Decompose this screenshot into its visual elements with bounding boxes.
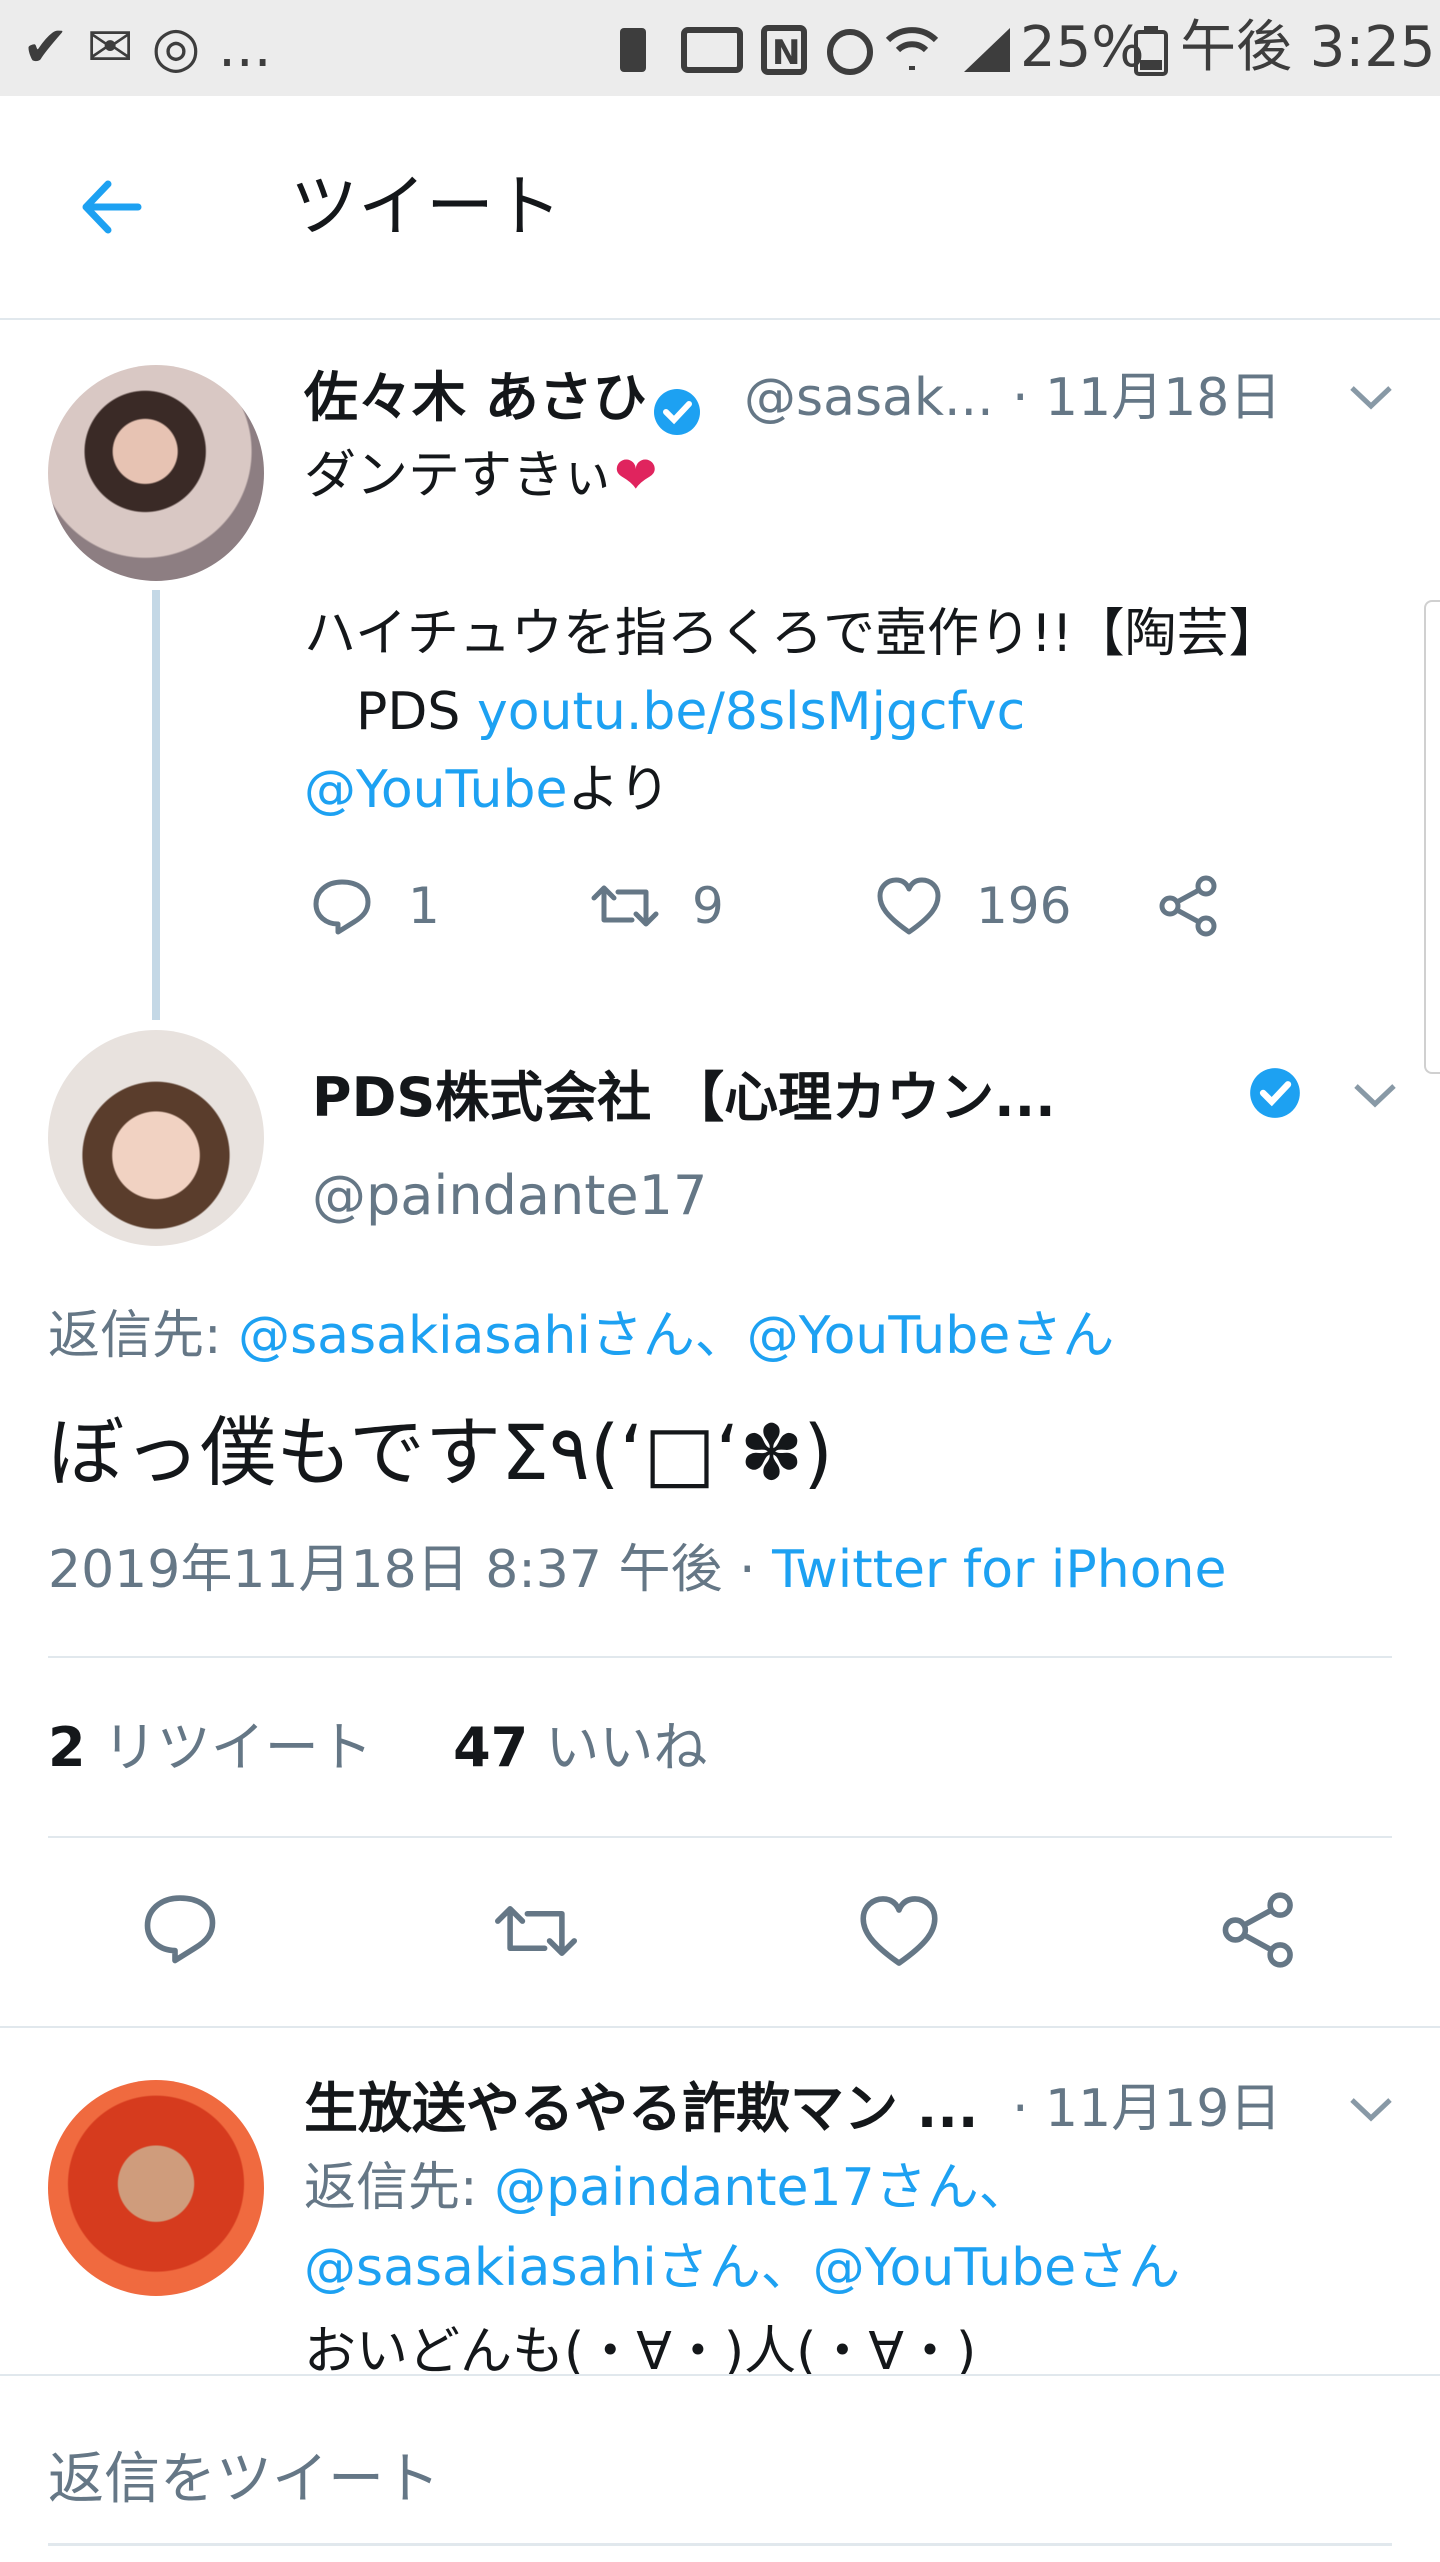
tweet-meta: 2019年11月18日 8:37 午後 · Twitter for iPhone: [48, 1530, 1226, 1610]
top-app-bar: [0, 96, 1440, 320]
tweet-text-line1: ダンテすきぃ❤: [304, 446, 658, 506]
avatar-pds[interactable]: [48, 1030, 264, 1246]
reply-icon[interactable]: [140, 1890, 220, 1966]
display-name[interactable]: 佐々木 あさひ: [304, 366, 647, 429]
verified-badge-icon: [653, 388, 700, 435]
youtube-link[interactable]: youtu.be/8slsMjgcfvc: [477, 682, 1025, 742]
like-count: 196: [976, 877, 1072, 935]
tweet-text-line2: ハイチュウを指ろくろで壺作り!!【陶芸】: [304, 604, 1281, 664]
reply-to-users[interactable]: @paindante17さん、: [494, 2158, 1031, 2218]
heart-emoji: ❤: [613, 446, 658, 506]
chevron-down-icon[interactable]: [1348, 2094, 1394, 2124]
handle[interactable]: @paindante17: [312, 1156, 707, 1236]
tweet-source[interactable]: Twitter for iPhone: [772, 1540, 1226, 1600]
divider: [48, 1836, 1392, 1838]
chevron-down-icon[interactable]: [1348, 382, 1394, 412]
likes-stat[interactable]: 47 いいね: [453, 1716, 707, 1779]
retweet-icon[interactable]: [490, 1894, 582, 1968]
avatar-reply-user[interactable]: [48, 2080, 264, 2296]
back-arrow-icon[interactable]: [76, 172, 146, 242]
notification-icons: ✔ ✉ ◎ ...: [22, 15, 272, 80]
display-name[interactable]: PDS株式会社 【心理カウン...: [312, 1058, 1056, 1138]
input-underline: [48, 2543, 1392, 2546]
timestamp: 2019年11月18日 8:37 午後 ·: [48, 1540, 773, 1600]
battery-percent: 25%: [1020, 15, 1145, 80]
handle[interactable]: @sasak...: [744, 358, 994, 438]
share-icon[interactable]: [1218, 1890, 1300, 1970]
youtube-mention[interactable]: @YouTube: [304, 760, 567, 820]
like-icon[interactable]: [876, 876, 942, 936]
status-bar: ✔ ✉ ◎ ... N 25% 午後 3:25: [0, 0, 1440, 96]
reply-to-users-continued[interactable]: @sasakiasahiさん、@YouTubeさん: [304, 2228, 1180, 2308]
divider: [48, 1656, 1392, 1658]
clock: 午後 3:25: [1180, 15, 1436, 80]
tweet-date[interactable]: · 11月19日: [1012, 2064, 1281, 2154]
thread-line: [152, 590, 160, 1020]
battery-icon: [1134, 26, 1168, 76]
retweet-count: 9: [692, 877, 724, 935]
reply-input[interactable]: 返信をツイート: [48, 2434, 440, 2515]
engagement-stats: 2 リツイート 47 いいね: [48, 1708, 707, 1788]
svg-text:N: N: [772, 33, 800, 73]
scrollbar[interactable]: [1424, 600, 1440, 1074]
reply-composer[interactable]: 返信をツイート: [0, 2374, 1440, 2562]
like-icon[interactable]: [858, 1894, 940, 1968]
tweet-date[interactable]: · 11月18日: [1012, 358, 1281, 438]
tweet-text-line4: @YouTubeより: [304, 760, 671, 820]
retweet-icon[interactable]: [588, 876, 662, 936]
chevron-down-icon[interactable]: [1352, 1080, 1398, 1110]
share-icon[interactable]: [1156, 874, 1222, 938]
verified-badge-icon: [1250, 1068, 1300, 1118]
divider: [0, 2026, 1440, 2028]
system-status-icons: N: [620, 25, 1010, 75]
reply-to-line: 返信先: @sasakiasahiさん、@YouTubeさん: [48, 1306, 1115, 1366]
retweets-stat[interactable]: 2 リツイート: [48, 1716, 373, 1779]
avatar-sasaki[interactable]: [48, 365, 264, 581]
tweet-text-line3: PDS youtu.be/8slsMjgcfvc: [304, 682, 1026, 742]
display-name[interactable]: 生放送やるやる詐欺マン ...: [304, 2064, 978, 2154]
reply-count: 1: [408, 877, 440, 935]
reply-to-users[interactable]: @sasakiasahiさん、@YouTubeさん: [238, 1306, 1114, 1366]
tweet-text: ぼっ僕もですΣ٩(ʻ□ʻ✽): [48, 1408, 833, 1497]
reply-icon[interactable]: [310, 876, 374, 936]
reply-to-line: 返信先: @paindante17さん、: [304, 2158, 1031, 2218]
page-title: ツイート: [290, 168, 563, 247]
